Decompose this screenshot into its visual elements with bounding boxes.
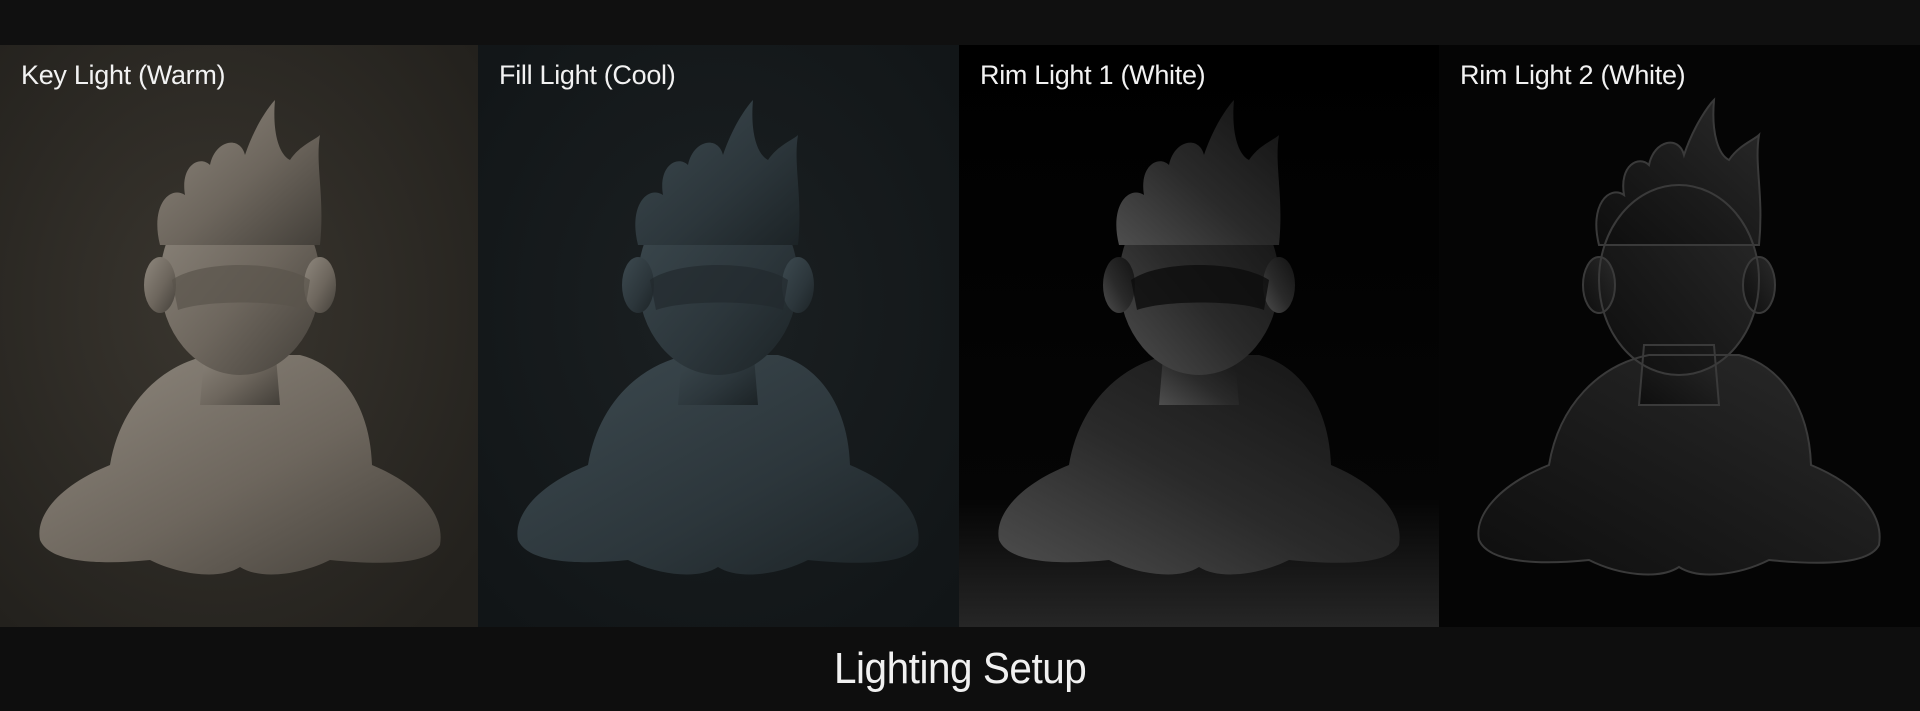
panel-fill-light: Fill Light (Cool)	[478, 45, 959, 627]
panel-label-rim-light-1: Rim Light 1 (White)	[980, 60, 1206, 90]
fill-light-render	[478, 45, 959, 627]
panel-row: Key Light (Warm) Fill Light (Cool) Rim L…	[0, 45, 1920, 627]
rim-light-1-render	[959, 45, 1439, 627]
panel-rim-light-1: Rim Light 1 (White)	[959, 45, 1439, 627]
panel-rim-light-2: Rim Light 2 (White)	[1439, 45, 1920, 627]
panel-key-light: Key Light (Warm)	[0, 45, 478, 627]
key-light-render	[0, 45, 478, 627]
panel-label-key-light: Key Light (Warm)	[21, 60, 226, 90]
caption-title: Lighting Setup	[833, 644, 1087, 693]
rim-light-2-render	[1439, 45, 1920, 627]
panel-label-fill-light: Fill Light (Cool)	[499, 60, 676, 90]
panel-label-rim-light-2: Rim Light 2 (White)	[1460, 60, 1686, 90]
top-band	[0, 0, 1920, 45]
caption-bar: Lighting Setup	[0, 627, 1920, 711]
